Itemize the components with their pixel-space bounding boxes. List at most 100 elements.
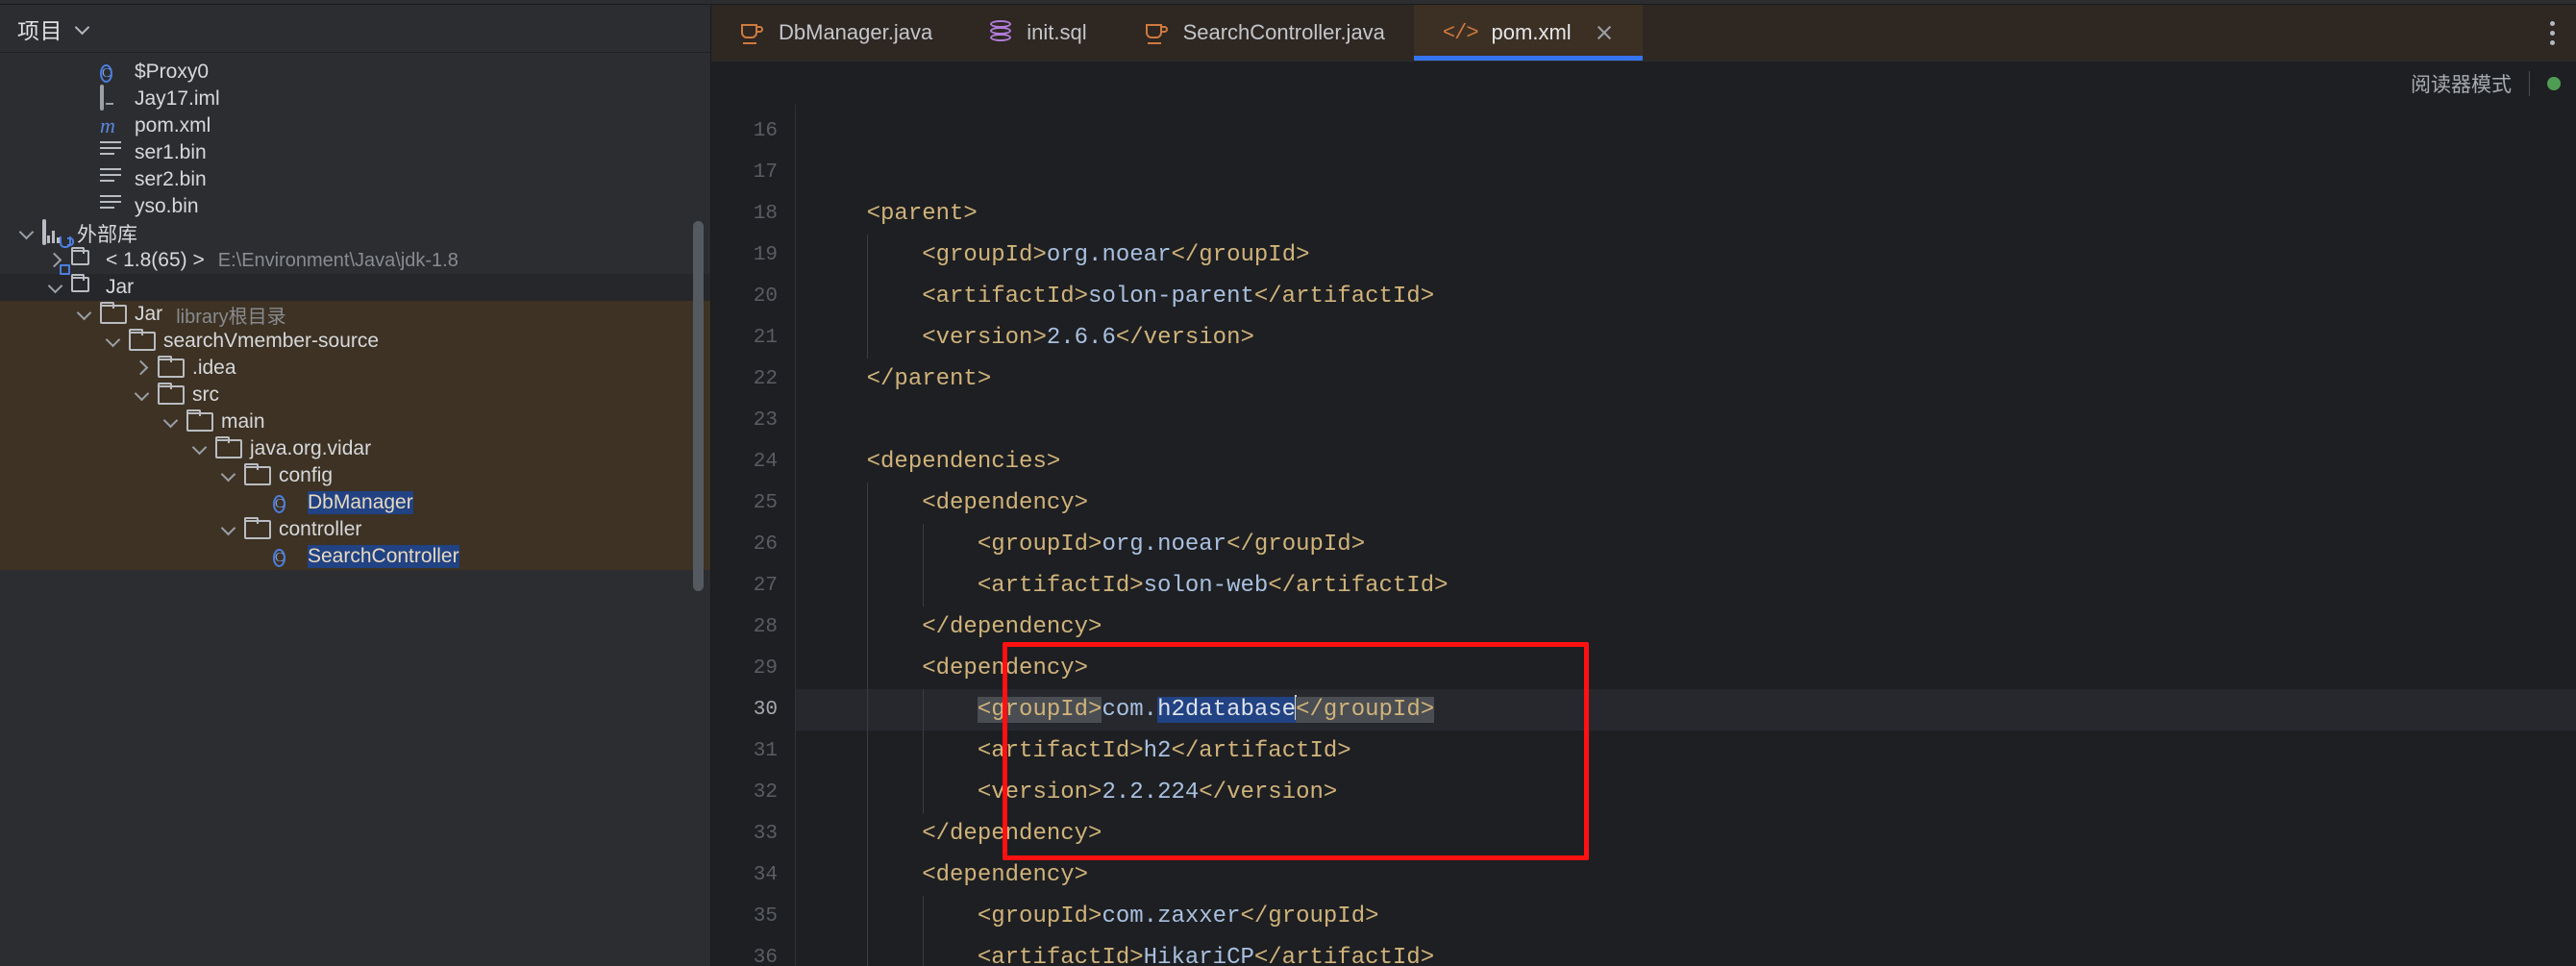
- tree-item[interactable]: java.org.vidar: [0, 435, 710, 462]
- chevron-down-icon[interactable]: [219, 519, 240, 540]
- code-token: <groupId>: [922, 242, 1047, 268]
- tree-item[interactable]: C DbManager: [0, 489, 710, 516]
- code-line[interactable]: <artifactId>solon-parent</artifactId>: [796, 276, 2576, 317]
- tree-item-label: config: [279, 464, 334, 486]
- chevron-down-icon[interactable]: [219, 465, 240, 486]
- folder-icon: [244, 517, 269, 542]
- line-number: 28: [753, 616, 778, 638]
- tree-item[interactable]: Jar: [0, 264, 710, 301]
- tree-item[interactable]: C SearchController: [0, 543, 710, 570]
- folder-icon: [100, 302, 125, 327]
- editor-tab[interactable]: init.sql: [961, 5, 1115, 61]
- chevron-down-icon[interactable]: [76, 21, 90, 36]
- tree-item[interactable]: ser2.bin: [0, 166, 710, 193]
- code-line[interactable]: <version>2.6.6</version>: [796, 317, 2576, 359]
- tree-item[interactable]: searchVmember-source: [0, 328, 710, 355]
- sidebar-scrollbar-thumb[interactable]: [693, 221, 704, 591]
- chevron-right-icon[interactable]: [133, 358, 154, 379]
- chevron-down-icon[interactable]: [75, 304, 96, 325]
- class-icon: C: [100, 64, 113, 83]
- code-line[interactable]: [796, 400, 2576, 441]
- more-options-kebab-icon[interactable]: [2528, 5, 2576, 61]
- line-number: 32: [753, 781, 778, 804]
- code-token: </groupId>: [1171, 242, 1310, 268]
- chevron-down-icon[interactable]: [133, 384, 154, 406]
- editor-tab-bar: DbManager.java init.sql SearchController.j…: [711, 5, 2576, 61]
- line-number: 20: [753, 285, 778, 308]
- tree-item[interactable]: main: [0, 409, 710, 435]
- code-line[interactable]: <dependency>: [796, 855, 2576, 896]
- tree-item[interactable]: config: [0, 462, 710, 489]
- close-icon[interactable]: [1595, 23, 1614, 42]
- project-panel-header[interactable]: 项目: [0, 5, 710, 53]
- project-tree[interactable]: C $Proxy0 Jay17.iml m pom.xml ser1.bin ser2.bi…: [0, 53, 710, 966]
- tree-item-label: ser1.bin: [135, 141, 207, 163]
- folder-icon: [129, 329, 154, 354]
- code-line[interactable]: <groupId>org.noear</groupId>: [796, 235, 2576, 276]
- chevron-down-icon[interactable]: [17, 223, 38, 244]
- tree-item-label: .idea: [192, 357, 236, 379]
- code-editor[interactable]: 16 17 18 19 20 21 22 23 24 25 26 27 28 29 30 31 32 33 34 35…: [711, 105, 2576, 966]
- code-token: <parent>: [866, 201, 978, 227]
- code-token: <version>: [922, 325, 1047, 351]
- code-content[interactable]: <parent> <groupId>org.noear</groupId> <a…: [796, 105, 2576, 966]
- tree-item[interactable]: controller: [0, 516, 710, 543]
- code-line[interactable]: <artifactId>h2</artifactId>: [796, 731, 2576, 772]
- tree-item[interactable]: Jar library根目录: [0, 301, 710, 328]
- code-line[interactable]: <dependency>: [796, 483, 2576, 524]
- line-number: 19: [753, 244, 778, 266]
- tree-item[interactable]: Jay17.iml: [0, 85, 710, 112]
- code-line[interactable]: <parent>: [796, 193, 2576, 235]
- code-line[interactable]: <artifactId>HikariCP</artifactId>: [796, 937, 2576, 966]
- reader-mode-label[interactable]: 阅读器模式: [2411, 69, 2512, 98]
- editor-tab[interactable]: </> pom.xml: [1413, 5, 1643, 61]
- chevron-down-icon[interactable]: [190, 438, 211, 459]
- code-line[interactable]: <dependencies>: [796, 441, 2576, 483]
- code-line[interactable]: </dependency>: [796, 607, 2576, 648]
- editor-tab[interactable]: DbManager.java: [711, 5, 961, 61]
- code-line[interactable]: <groupId>org.noear</groupId>: [796, 524, 2576, 565]
- tree-item[interactable]: 外部库: [0, 219, 710, 247]
- code-line[interactable]: [796, 111, 2576, 152]
- code-line[interactable]: <version>2.2.224</version>: [796, 772, 2576, 813]
- file-icon: [100, 167, 125, 192]
- tree-item[interactable]: .idea: [0, 355, 710, 382]
- code-token: </parent>: [866, 366, 992, 392]
- code-token: <artifactId>: [977, 573, 1144, 599]
- tree-item-label: Jay17.iml: [135, 87, 220, 110]
- class-icon: C: [273, 495, 286, 513]
- inspection-status-icon[interactable]: [2547, 76, 2561, 90]
- chevron-down-icon[interactable]: [104, 331, 125, 352]
- code-line[interactable]: </dependency>: [796, 813, 2576, 855]
- code-line[interactable]: <artifactId>solon-web</artifactId>: [796, 565, 2576, 607]
- folder-icon: [158, 356, 183, 381]
- tree-item[interactable]: C $Proxy0: [0, 59, 710, 86]
- code-line[interactable]: </parent>: [796, 359, 2576, 400]
- editor-tab[interactable]: SearchController.java: [1116, 5, 1414, 61]
- code-line[interactable]: [796, 152, 2576, 193]
- tree-item[interactable]: src: [0, 382, 710, 409]
- line-number: 34: [753, 864, 778, 886]
- code-token: <version>: [977, 780, 1102, 805]
- tree-item[interactable]: m pom.xml: [0, 112, 710, 139]
- tree-item-secondary-text: library根目录: [176, 306, 286, 328]
- java-icon: [740, 21, 765, 44]
- chevron-down-icon[interactable]: [161, 411, 183, 433]
- line-number-gutter: 16 17 18 19 20 21 22 23 24 25 26 27 28 29 30 31 32 33 34 35…: [711, 105, 796, 966]
- code-token: 2.2.224: [1102, 780, 1200, 805]
- tree-item[interactable]: ser1.bin: [0, 139, 710, 166]
- tree-item[interactable]: yso.bin: [0, 193, 710, 220]
- code-line[interactable]: <groupId>com.zaxxer</groupId>: [796, 896, 2576, 937]
- tree-item[interactable]: < 1.8(65) > E:\Environment\Java\jdk-1.8: [0, 236, 710, 274]
- code-line[interactable]: <groupId>com.h2database</groupId>: [796, 689, 2576, 731]
- class-icon: C: [273, 549, 286, 567]
- chevron-down-icon[interactable]: [46, 277, 67, 298]
- code-token: <groupId>: [977, 532, 1102, 557]
- code-line[interactable]: <dependency>: [796, 648, 2576, 689]
